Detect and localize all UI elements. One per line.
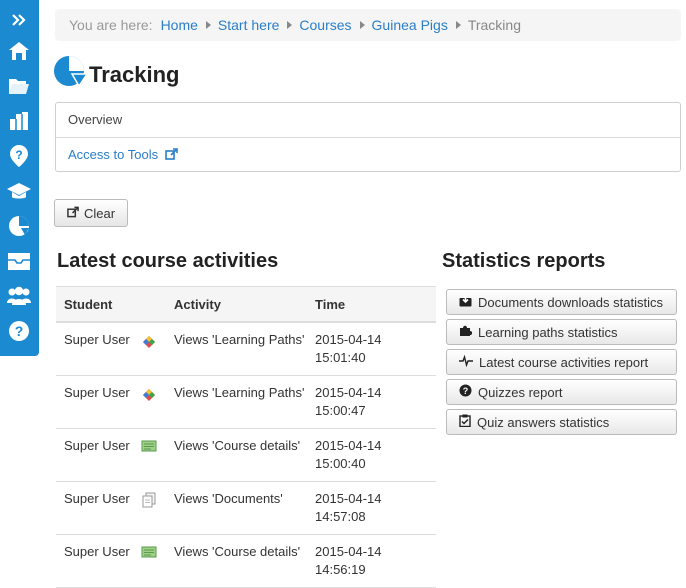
column-header-icon	[132, 286, 166, 323]
date-text: 2015-04-14	[315, 384, 382, 400]
stat-button-label: Learning paths statistics	[478, 324, 618, 340]
student-cell: Super User	[56, 428, 132, 482]
column-header-student: Student	[56, 286, 132, 323]
breadcrumb-separator-icon	[455, 21, 461, 29]
inbox-icon[interactable]	[4, 246, 34, 276]
column-header-activity: Activity	[166, 286, 307, 323]
date-text: 2015-04-14	[315, 490, 382, 506]
activities-table: Student Activity Time Super User Views '…	[56, 286, 436, 588]
breadcrumb-guinea-pigs[interactable]: Guinea Pigs	[372, 17, 448, 33]
breadcrumb: You are here: Home Start here Courses Gu…	[55, 9, 681, 41]
date-text: 2015-04-14	[315, 543, 382, 559]
stat-button-label: Documents downloads statistics	[478, 294, 663, 310]
time-cell: 2015-04-14 15:00:47	[307, 375, 436, 429]
question-circle-icon: ?	[459, 384, 472, 400]
pulse-icon	[459, 354, 473, 370]
activity-cell: Views 'Documents'	[166, 481, 307, 535]
stat-button-label: Quiz answers statistics	[477, 414, 610, 430]
access-tools-label: Access to Tools	[68, 147, 159, 162]
svg-text:?: ?	[463, 386, 469, 396]
pie-chart-icon[interactable]	[4, 211, 34, 241]
expand-icon[interactable]	[4, 5, 34, 35]
activity-cell: Views 'Learning Paths'	[166, 375, 307, 429]
stat-button-label: Quizzes report	[478, 384, 563, 400]
time-text: 14:56:19	[315, 561, 366, 577]
activity-cell: Views 'Course details'	[166, 534, 307, 588]
date-text: 2015-04-14	[315, 437, 382, 453]
documents-icon	[132, 481, 166, 535]
course-details-icon	[132, 534, 166, 588]
time-cell: 2015-04-14 15:00:40	[307, 428, 436, 482]
external-link-icon	[164, 139, 178, 173]
table-row: Super User Views 'Learning Paths' 2015-0…	[56, 322, 436, 376]
sidebar: ? ?	[0, 0, 39, 356]
tracking-pie-icon	[53, 55, 89, 94]
page-title: Tracking	[89, 62, 180, 87]
time-text: 15:00:47	[315, 402, 366, 418]
student-cell: Super User	[56, 534, 132, 588]
question-pin-icon[interactable]: ?	[4, 141, 34, 171]
table-row: Super User Views 'Course details' 2015-0…	[56, 534, 436, 588]
breadcrumb-current: Tracking	[467, 17, 521, 33]
time-text: 14:57:08	[315, 508, 366, 524]
clear-button[interactable]: Clear	[54, 199, 128, 227]
tracking-menu-panel: Overview Access to Tools	[55, 102, 681, 172]
quizzes-report-button[interactable]: ? Quizzes report	[446, 379, 677, 405]
svg-text:?: ?	[15, 323, 24, 339]
folder-icon[interactable]	[4, 71, 34, 101]
clear-button-label: Clear	[83, 205, 116, 221]
column-header-time: Time	[307, 286, 436, 323]
breadcrumb-separator-icon	[205, 21, 211, 29]
time-cell: 2015-04-14 14:56:19	[307, 534, 436, 588]
student-cell: Super User	[56, 375, 132, 429]
time-text: 15:00:40	[315, 455, 366, 471]
activity-cell: Views 'Learning Paths'	[166, 322, 307, 376]
student-cell: Super User	[56, 322, 132, 376]
activity-cell: Views 'Course details'	[166, 428, 307, 482]
latest-course-activities-report-button[interactable]: Latest course activities report	[446, 349, 677, 375]
student-cell: Super User	[56, 481, 132, 535]
time-cell: 2015-04-14 14:57:08	[307, 481, 436, 535]
home-icon[interactable]	[4, 36, 34, 66]
users-icon[interactable]	[4, 281, 34, 311]
graduation-cap-icon[interactable]	[4, 176, 34, 206]
breadcrumb-start-here[interactable]: Start here	[218, 17, 279, 33]
download-icon	[459, 294, 472, 310]
course-details-icon	[132, 428, 166, 482]
stat-button-label: Latest course activities report	[479, 354, 649, 370]
learning-path-icon	[132, 322, 166, 376]
external-link-icon	[67, 206, 79, 221]
breadcrumb-home[interactable]: Home	[161, 17, 198, 33]
svg-text:?: ?	[15, 148, 22, 162]
breadcrumb-prefix: You are here:	[69, 17, 153, 33]
breadcrumb-separator-icon	[359, 21, 365, 29]
breadcrumb-separator-icon	[287, 21, 293, 29]
table-row: Super User Views 'Course details' 2015-0…	[56, 428, 436, 482]
learning-path-icon[interactable]	[4, 106, 34, 136]
clipboard-check-icon	[459, 414, 471, 430]
learning-path-icon	[132, 375, 166, 429]
learning-paths-statistics-button[interactable]: Learning paths statistics	[446, 319, 677, 345]
table-row: Super User Views 'Documents' 2015-04-14 1…	[56, 481, 436, 535]
table-row: Super User Views 'Learning Paths' 2015-0…	[56, 375, 436, 429]
table-header-row: Student Activity Time	[56, 286, 436, 323]
quiz-answers-statistics-button[interactable]: Quiz answers statistics	[446, 409, 677, 435]
activities-title: Latest course activities	[57, 250, 279, 272]
documents-downloads-statistics-button[interactable]: Documents downloads statistics	[446, 289, 677, 315]
time-text: 15:01:40	[315, 350, 366, 365]
statistics-title: Statistics reports	[442, 250, 606, 272]
time-cell: 2015-04-14 15:01:40	[307, 322, 436, 376]
puzzle-icon	[459, 324, 473, 340]
help-icon[interactable]: ?	[4, 316, 34, 346]
access-tools-link[interactable]: Access to Tools	[56, 137, 680, 172]
overview-item[interactable]: Overview	[56, 103, 680, 137]
date-text: 2015-04-14	[315, 332, 382, 347]
breadcrumb-courses[interactable]: Courses	[299, 17, 351, 33]
